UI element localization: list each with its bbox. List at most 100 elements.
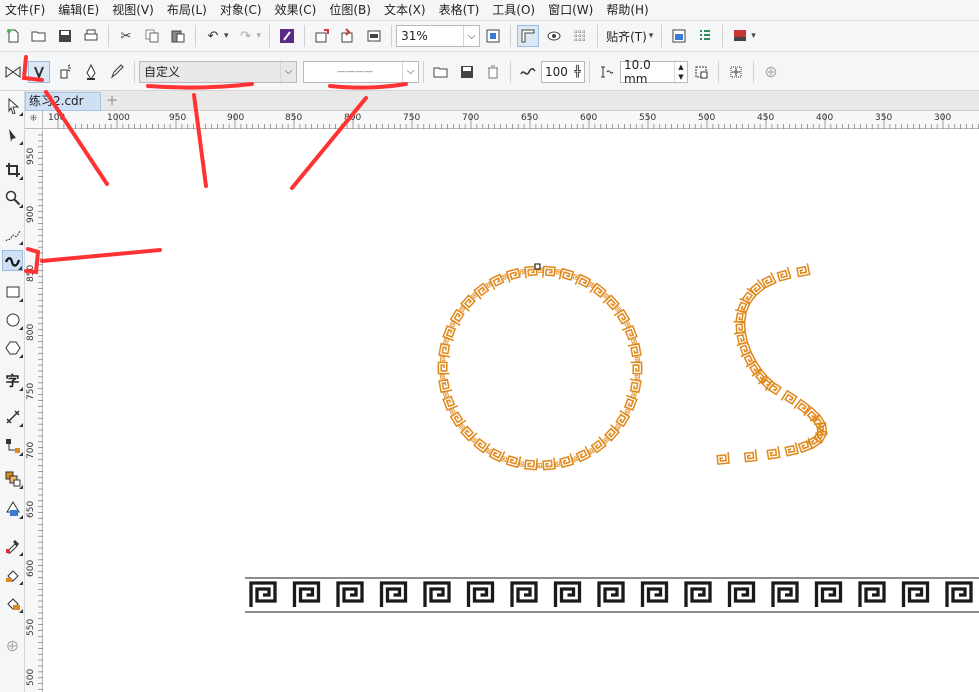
fret-s-curve-shape[interactable] — [716, 262, 828, 465]
undo-dropdown-icon[interactable]: ▾ — [224, 31, 229, 41]
preset-stroke-combo[interactable]: 自定义 ⌵ — [139, 60, 297, 83]
fret-motif — [613, 410, 631, 428]
chevron-down-icon[interactable]: ⌵ — [402, 61, 418, 82]
zoom-level-combo[interactable]: 31% ⌵ — [396, 25, 481, 47]
undo-icon[interactable]: ↶ — [202, 25, 224, 47]
slider-toggle-icon[interactable]: ╬ — [571, 65, 584, 78]
browse-folder-icon[interactable] — [430, 61, 452, 83]
chevron-down-icon[interactable]: ⌵ — [463, 26, 479, 46]
drawing-canvas[interactable] — [43, 129, 979, 692]
menu-bitmaps[interactable]: 位图(B) — [324, 0, 379, 21]
print-icon[interactable] — [80, 25, 102, 47]
preset-mode-icon[interactable] — [2, 61, 24, 83]
fret-motif — [621, 325, 638, 342]
connector-tool-icon[interactable] — [2, 435, 23, 456]
shape-tool-icon[interactable] — [2, 124, 23, 145]
smoothing-field[interactable]: 100 ╬ — [541, 60, 585, 83]
rectangle-tool-icon[interactable] — [2, 281, 23, 302]
blend-tool-icon[interactable] — [2, 468, 23, 489]
calligraphic-mode-icon[interactable] — [80, 61, 102, 83]
dimension-tool-icon[interactable] — [2, 406, 23, 427]
fret-motif — [945, 581, 973, 609]
canvas-drawing — [245, 262, 979, 613]
sprayer-mode-icon[interactable] — [54, 61, 76, 83]
interactive-fill-icon[interactable] — [2, 564, 23, 585]
add-toolbar-item-icon[interactable]: ⊕ — [760, 61, 782, 83]
new-document-icon[interactable] — [2, 25, 24, 47]
chevron-down-icon[interactable]: ⌵ — [280, 61, 296, 82]
view-mode-eye-icon[interactable] — [543, 25, 565, 47]
fret-motif — [747, 278, 766, 297]
ruler-label: 700 — [462, 113, 480, 123]
snap-dropdown-icon[interactable]: ▾ — [649, 31, 654, 41]
menu-help[interactable]: 帮助(H) — [601, 0, 656, 21]
crop-tool-icon[interactable] — [2, 159, 23, 180]
menu-effects[interactable]: 效果(C) — [270, 0, 325, 21]
show-rulers-icon[interactable] — [517, 25, 540, 47]
smart-fill-icon[interactable] — [2, 592, 23, 613]
artistic-media-icon[interactable] — [2, 250, 23, 271]
copy-icon[interactable] — [141, 25, 163, 47]
welcome-screen-icon[interactable] — [729, 25, 751, 47]
menu-view[interactable]: 视图(V) — [107, 0, 162, 21]
zoom-fit-icon[interactable] — [482, 25, 504, 47]
snap-to-menu[interactable]: 贴齐(T) — [602, 25, 651, 47]
show-grid-icon[interactable] — [569, 25, 591, 47]
fret-motif — [743, 448, 758, 463]
fret-motif — [423, 581, 451, 609]
fret-motif — [780, 390, 798, 408]
redo-icon[interactable]: ↷ — [235, 25, 257, 47]
selection-node[interactable] — [534, 263, 541, 270]
color-eyedropper-icon[interactable] — [2, 535, 23, 556]
options-icon[interactable] — [668, 25, 690, 47]
export-icon[interactable] — [337, 25, 359, 47]
property-bar: 自定义 ⌵ ———— ⌵ 100 ╬ 10.0 mm ▲ ▼ ⊕ — [0, 53, 979, 91]
delete-stroke-icon[interactable] — [482, 61, 504, 83]
add-tab-icon[interactable]: + — [103, 92, 121, 110]
stroke-width-field[interactable]: 10.0 mm ▲ ▼ — [620, 58, 688, 86]
stroke-list-combo[interactable]: ———— ⌵ — [303, 60, 419, 83]
transparency-tool-icon[interactable] — [2, 498, 23, 519]
menu-object[interactable]: 对象(C) — [215, 0, 270, 21]
ruler-label: 500 — [698, 113, 716, 123]
open-folder-icon[interactable] — [28, 25, 50, 47]
stroke-width-spinner[interactable]: ▲ ▼ — [674, 61, 687, 82]
fret-border-line[interactable] — [245, 577, 979, 613]
polygon-tool-icon[interactable] — [2, 337, 23, 358]
pick-tool-icon[interactable] — [2, 95, 23, 116]
menu-file[interactable]: 文件(F) — [0, 0, 53, 21]
ellipse-tool-icon[interactable] — [2, 309, 23, 330]
add-tool-icon[interactable]: ⊕ — [2, 635, 23, 656]
import-icon[interactable] — [311, 25, 333, 47]
menu-table[interactable]: 表格(T) — [434, 0, 488, 21]
toolbar-separator — [195, 25, 196, 47]
menu-edit[interactable]: 编辑(E) — [53, 0, 107, 21]
search-content-icon[interactable] — [276, 25, 298, 47]
publish-pdf-icon[interactable] — [363, 25, 385, 47]
cut-icon[interactable]: ✂ — [115, 25, 137, 47]
fret-ring-shape[interactable] — [437, 265, 643, 471]
fret-motif — [627, 378, 642, 393]
document-tab[interactable]: 练习2.cdr — [25, 92, 101, 111]
application-launcher-icon[interactable] — [694, 25, 716, 47]
expression-mode-icon[interactable] — [106, 61, 128, 83]
paste-icon[interactable] — [167, 25, 189, 47]
horizontal-ruler[interactable]: 100 1000 950 900 850 800 750 700 650 600… — [43, 111, 979, 129]
vertical-ruler[interactable]: 950 900 850 800 750 700 650 600 550 500 — [25, 129, 43, 692]
scale-with-object-icon[interactable] — [690, 61, 712, 83]
redo-dropdown-icon[interactable]: ▾ — [257, 31, 262, 41]
save-icon[interactable] — [54, 25, 76, 47]
menu-window[interactable]: 窗口(W) — [543, 0, 601, 21]
save-stroke-icon[interactable] — [456, 61, 478, 83]
ruler-origin-corner[interactable]: ⁜ — [25, 111, 43, 129]
menu-layout[interactable]: 布局(L) — [162, 0, 215, 21]
freehand-smoothing-icon — [517, 61, 539, 83]
menu-tools[interactable]: 工具(O) — [487, 0, 543, 21]
text-tool-icon[interactable]: 字 — [2, 370, 23, 391]
brush-mode-icon[interactable] — [28, 60, 50, 83]
freehand-tool-icon[interactable] — [2, 224, 23, 245]
menu-text[interactable]: 文本(X) — [379, 0, 434, 21]
welcome-dropdown-icon[interactable]: ▾ — [751, 31, 756, 41]
zoom-tool-icon[interactable] — [2, 187, 23, 208]
bounding-box-icon[interactable] — [725, 61, 747, 83]
